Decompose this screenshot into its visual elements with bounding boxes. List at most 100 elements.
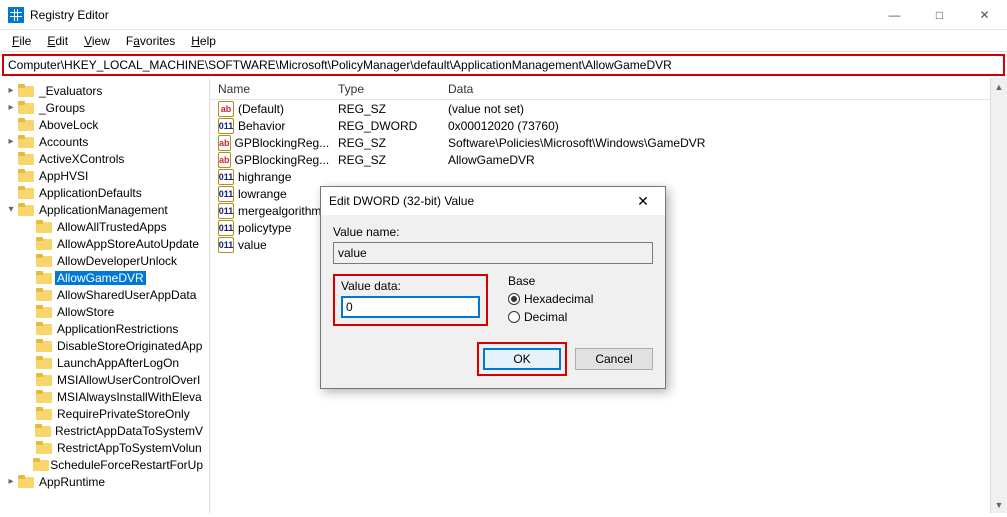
chevron-right-icon[interactable]: ▸ xyxy=(4,102,18,113)
value-type: REG_SZ xyxy=(330,136,440,150)
tree-item[interactable]: ▸AllowGameDVR xyxy=(0,269,209,286)
tree-item-label: DisableStoreOriginatedApp xyxy=(55,339,204,353)
tree-item[interactable]: ▸ _Groups xyxy=(0,99,209,116)
column-data[interactable]: Data xyxy=(440,78,1007,99)
tree-item[interactable]: ▸AllowAppStoreAutoUpdate xyxy=(0,235,209,252)
minimize-button[interactable]: — xyxy=(872,0,917,30)
tree-item[interactable]: ▸AppHVSI xyxy=(0,167,209,184)
tree-item-label: RestrictAppToSystemVolun xyxy=(55,441,204,455)
list-header: Name Type Data xyxy=(210,78,1007,100)
tree-item[interactable]: ▸ApplicationRestrictions xyxy=(0,320,209,337)
tree-item[interactable]: ▸RestrictAppDataToSystemV xyxy=(0,422,209,439)
address-bar[interactable]: Computer\HKEY_LOCAL_MACHINE\SOFTWARE\Mic… xyxy=(2,54,1005,76)
folder-icon xyxy=(36,305,52,318)
value-name: policytype xyxy=(238,221,291,235)
value-data: 0x00012020 (73760) xyxy=(440,119,1007,133)
value-type: REG_SZ xyxy=(330,153,440,167)
column-type[interactable]: Type xyxy=(330,78,440,99)
tree-pane[interactable]: ▸_Evaluators▸_Groups▸AboveLock▸Accounts▸… xyxy=(0,78,210,513)
menu-view[interactable]: View xyxy=(76,31,118,51)
value-name-input[interactable] xyxy=(333,242,653,264)
base-group: Base Hexadecimal Decimal xyxy=(508,274,593,326)
folder-icon xyxy=(18,152,34,165)
dialog-close-button[interactable]: ✕ xyxy=(629,193,657,210)
tree-item[interactable]: ▸AllowStore xyxy=(0,303,209,320)
window-title: Registry Editor xyxy=(30,8,872,22)
tree-item-label: RequirePrivateStoreOnly xyxy=(55,407,192,421)
tree-item[interactable]: ▸RequirePrivateStoreOnly xyxy=(0,405,209,422)
dword-value-icon: 011 xyxy=(218,169,234,185)
tree-item[interactable]: ▸ApplicationDefaults xyxy=(0,184,209,201)
value-name: mergealgorithm xyxy=(238,204,321,218)
string-value-icon: ab xyxy=(218,135,231,151)
tree-item[interactable]: ▸ActiveXControls xyxy=(0,150,209,167)
dword-value-icon: 011 xyxy=(218,237,234,253)
tree-item-label: LaunchAppAfterLogOn xyxy=(55,356,181,370)
tree-item[interactable]: ▾ApplicationManagement xyxy=(0,201,209,218)
tree-item-label: RestrictAppDataToSystemV xyxy=(53,424,205,438)
value-data: (value not set) xyxy=(440,102,1007,116)
tree-item-label: AboveLock xyxy=(37,118,100,132)
menu-edit[interactable]: Edit xyxy=(39,31,76,51)
scroll-down-icon[interactable]: ▼ xyxy=(991,496,1007,513)
menu-favorites[interactable]: Favorites xyxy=(118,31,183,51)
chevron-down-icon[interactable]: ▾ xyxy=(4,204,18,215)
value-name: GPBlockingReg... xyxy=(235,136,330,150)
tree-item[interactable]: ▸DisableStoreOriginatedApp xyxy=(0,337,209,354)
scrollbar[interactable]: ▲ ▼ xyxy=(990,78,1007,513)
column-name[interactable]: Name xyxy=(210,78,330,99)
ok-button[interactable]: OK xyxy=(483,348,561,370)
tree-item-label: ApplicationDefaults xyxy=(37,186,144,200)
tree-item[interactable]: ▸MSIAlwaysInstallWithEleva xyxy=(0,388,209,405)
folder-icon xyxy=(36,373,52,386)
tree-item[interactable]: ▸AllowSharedUserAppData xyxy=(0,286,209,303)
tree-item[interactable]: ▸LaunchAppAfterLogOn xyxy=(0,354,209,371)
edit-dword-dialog: Edit DWORD (32-bit) Value ✕ Value name: … xyxy=(320,186,666,389)
tree-item[interactable]: ▸Accounts xyxy=(0,133,209,150)
scroll-up-icon[interactable]: ▲ xyxy=(991,78,1007,95)
chevron-right-icon[interactable]: ▸ xyxy=(4,85,18,96)
close-button[interactable]: ✕ xyxy=(962,0,1007,30)
tree-item-label: AllowAppStoreAutoUpdate xyxy=(55,237,201,251)
ok-highlight: OK xyxy=(477,342,567,376)
list-row[interactable]: ab(Default)REG_SZ(value not set) xyxy=(210,100,1007,117)
tree-item-label: _Groups xyxy=(37,101,87,115)
tree-item[interactable]: ▸RestrictAppToSystemVolun xyxy=(0,439,209,456)
chevron-right-icon[interactable]: ▸ xyxy=(4,476,18,487)
folder-icon xyxy=(18,135,34,148)
folder-icon xyxy=(18,203,34,216)
menu-file[interactable]: File xyxy=(4,31,39,51)
list-row[interactable]: 011BehaviorREG_DWORD0x00012020 (73760) xyxy=(210,117,1007,134)
tree-item[interactable]: ▸AllowAllTrustedApps xyxy=(0,218,209,235)
list-row[interactable]: abGPBlockingReg...REG_SZAllowGameDVR xyxy=(210,151,1007,168)
value-data-input[interactable] xyxy=(341,296,480,318)
folder-icon xyxy=(36,271,52,284)
cancel-button[interactable]: Cancel xyxy=(575,348,653,370)
tree-item[interactable]: ▸AboveLock xyxy=(0,116,209,133)
dword-value-icon: 011 xyxy=(218,118,234,134)
tree-item[interactable]: ▸_Evaluators xyxy=(0,82,209,99)
dialog-title: Edit DWORD (32-bit) Value xyxy=(329,194,629,208)
value-name: highrange xyxy=(238,170,291,184)
chevron-right-icon[interactable]: ▸ xyxy=(4,136,18,147)
tree-item[interactable]: ▸MSIAllowUserControlOverI xyxy=(0,371,209,388)
value-data: AllowGameDVR xyxy=(440,153,1007,167)
tree-item[interactable]: ▸ScheduleForceRestartForUp xyxy=(0,456,209,473)
maximize-button[interactable]: □ xyxy=(917,0,962,30)
folder-icon xyxy=(18,169,34,182)
folder-icon xyxy=(36,339,52,352)
list-row[interactable]: abGPBlockingReg...REG_SZSoftware\Policie… xyxy=(210,134,1007,151)
radio-decimal[interactable]: Decimal xyxy=(508,310,593,324)
folder-icon xyxy=(36,254,52,267)
tree-item-label: ScheduleForceRestartForUp xyxy=(48,458,205,472)
string-value-icon: ab xyxy=(218,101,234,117)
string-value-icon: ab xyxy=(218,152,231,168)
menu-help[interactable]: Help xyxy=(183,31,224,51)
tree-item[interactable]: ▸AppRuntime xyxy=(0,473,209,490)
radio-hexadecimal[interactable]: Hexadecimal xyxy=(508,292,593,306)
tree-item[interactable]: ▸AllowDeveloperUnlock xyxy=(0,252,209,269)
list-row[interactable]: 011 highrange xyxy=(210,168,1007,185)
regedit-icon xyxy=(8,7,24,23)
tree-item-label: MSIAllowUserControlOverI xyxy=(55,373,202,387)
dialog-title-bar[interactable]: Edit DWORD (32-bit) Value ✕ xyxy=(321,187,665,215)
